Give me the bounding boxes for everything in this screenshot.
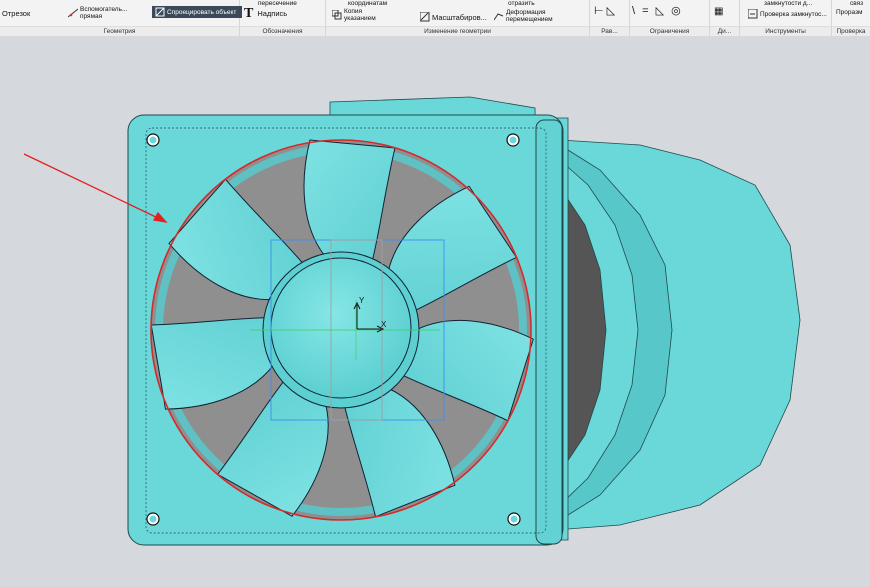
constraints-icons[interactable]: \ = ◺ ◎ (632, 6, 683, 17)
rav-icons[interactable]: ⊢ ◺ (594, 6, 615, 17)
annotations-group-label: Обозначения (240, 26, 325, 36)
check-group-label: Проверка (832, 26, 870, 36)
link-label: связ (850, 0, 864, 7)
segment-button[interactable]: Отрезок (2, 9, 31, 18)
closed-label: замкнутости д... (764, 0, 813, 7)
tools-group-label: Инструменты (740, 26, 831, 36)
scale-icon (419, 11, 430, 22)
copy-label: Копия указанием (344, 8, 376, 22)
annotations-group: пересечение T Надпись Обозначения (240, 0, 326, 36)
di-group-label: Ди... (710, 26, 739, 36)
by-coords-label: координатам (348, 0, 388, 7)
intersection-label: пересечение (258, 0, 297, 7)
rav-group-label: Рав... (590, 26, 629, 36)
text-button[interactable]: T Надпись (244, 6, 288, 21)
project-object-button[interactable]: Спроецировать объект (152, 6, 242, 18)
deform-button[interactable]: Деформация перемещением (493, 9, 586, 23)
constraints-group: \ = ◺ ◎ Ограничения (630, 0, 710, 36)
deform-icon (493, 11, 504, 21)
deform-label: Деформация перемещением (506, 9, 553, 23)
model-viewport[interactable]: Y X (0, 36, 870, 587)
fan-hub (270, 257, 412, 399)
mirror-label: отразить (508, 0, 535, 7)
link-button[interactable]: связ (850, 0, 863, 7)
aux-line-label: Вспомогатель... прямая (80, 6, 128, 20)
pro-label: Про (836, 9, 848, 16)
copy-button[interactable]: Копия указанием (331, 8, 394, 22)
mirror-button[interactable]: отразить (508, 0, 535, 7)
axis-label-x: X (381, 320, 387, 329)
scale-label: Масштабиров... (432, 12, 487, 22)
check-closed-button[interactable]: Проверка замкнутос... (747, 8, 830, 19)
geometry-group-label: Геометрия (0, 26, 239, 36)
aux-line-button[interactable]: Вспомогатель... прямая (67, 6, 148, 20)
ribbon-toolbar: Отрезок Вспомогатель... прямая Спроециро… (0, 0, 870, 37)
rav-group: ⊢ ◺ Рав... (590, 0, 630, 36)
project-label: Спроецировать объект (167, 8, 237, 16)
di-icon[interactable]: ▦ (714, 7, 723, 17)
size-label: разм (847, 9, 863, 16)
check-closed-icon (747, 8, 758, 19)
geometry-group: Отрезок Вспомогатель... прямая Спроециро… (0, 0, 242, 36)
check-label: Проверка замкнутос... (760, 10, 827, 18)
constraints-group-label: Ограничения (630, 26, 709, 36)
aux-line-icon (67, 8, 79, 18)
scale-button[interactable]: Масштабиров... (419, 11, 487, 22)
axis-label-y: Y (359, 296, 365, 305)
geometry-edit-group: координатам Копия указанием Масштабиров.… (326, 0, 590, 36)
intersection-button[interactable]: пересечение (258, 0, 297, 7)
closed-contour-button[interactable]: замкнутости д... (764, 0, 812, 7)
copy-icon (331, 9, 342, 20)
by-coords-button[interactable]: координатам (348, 0, 387, 7)
project-icon (155, 7, 165, 17)
pro-button[interactable]: Про разм (836, 9, 870, 16)
tools-group: замкнутости д... Проверка замкнутос... И… (740, 0, 832, 36)
segment-label: Отрезок (2, 9, 31, 18)
text-t-icon: T (244, 6, 254, 21)
check-group: связ Про разм Проверка (832, 0, 870, 36)
text-label: Надпись (257, 9, 288, 18)
geometry-edit-group-label: Изменение геометрии (326, 26, 589, 36)
di-group: ▦ Ди... (710, 0, 740, 36)
